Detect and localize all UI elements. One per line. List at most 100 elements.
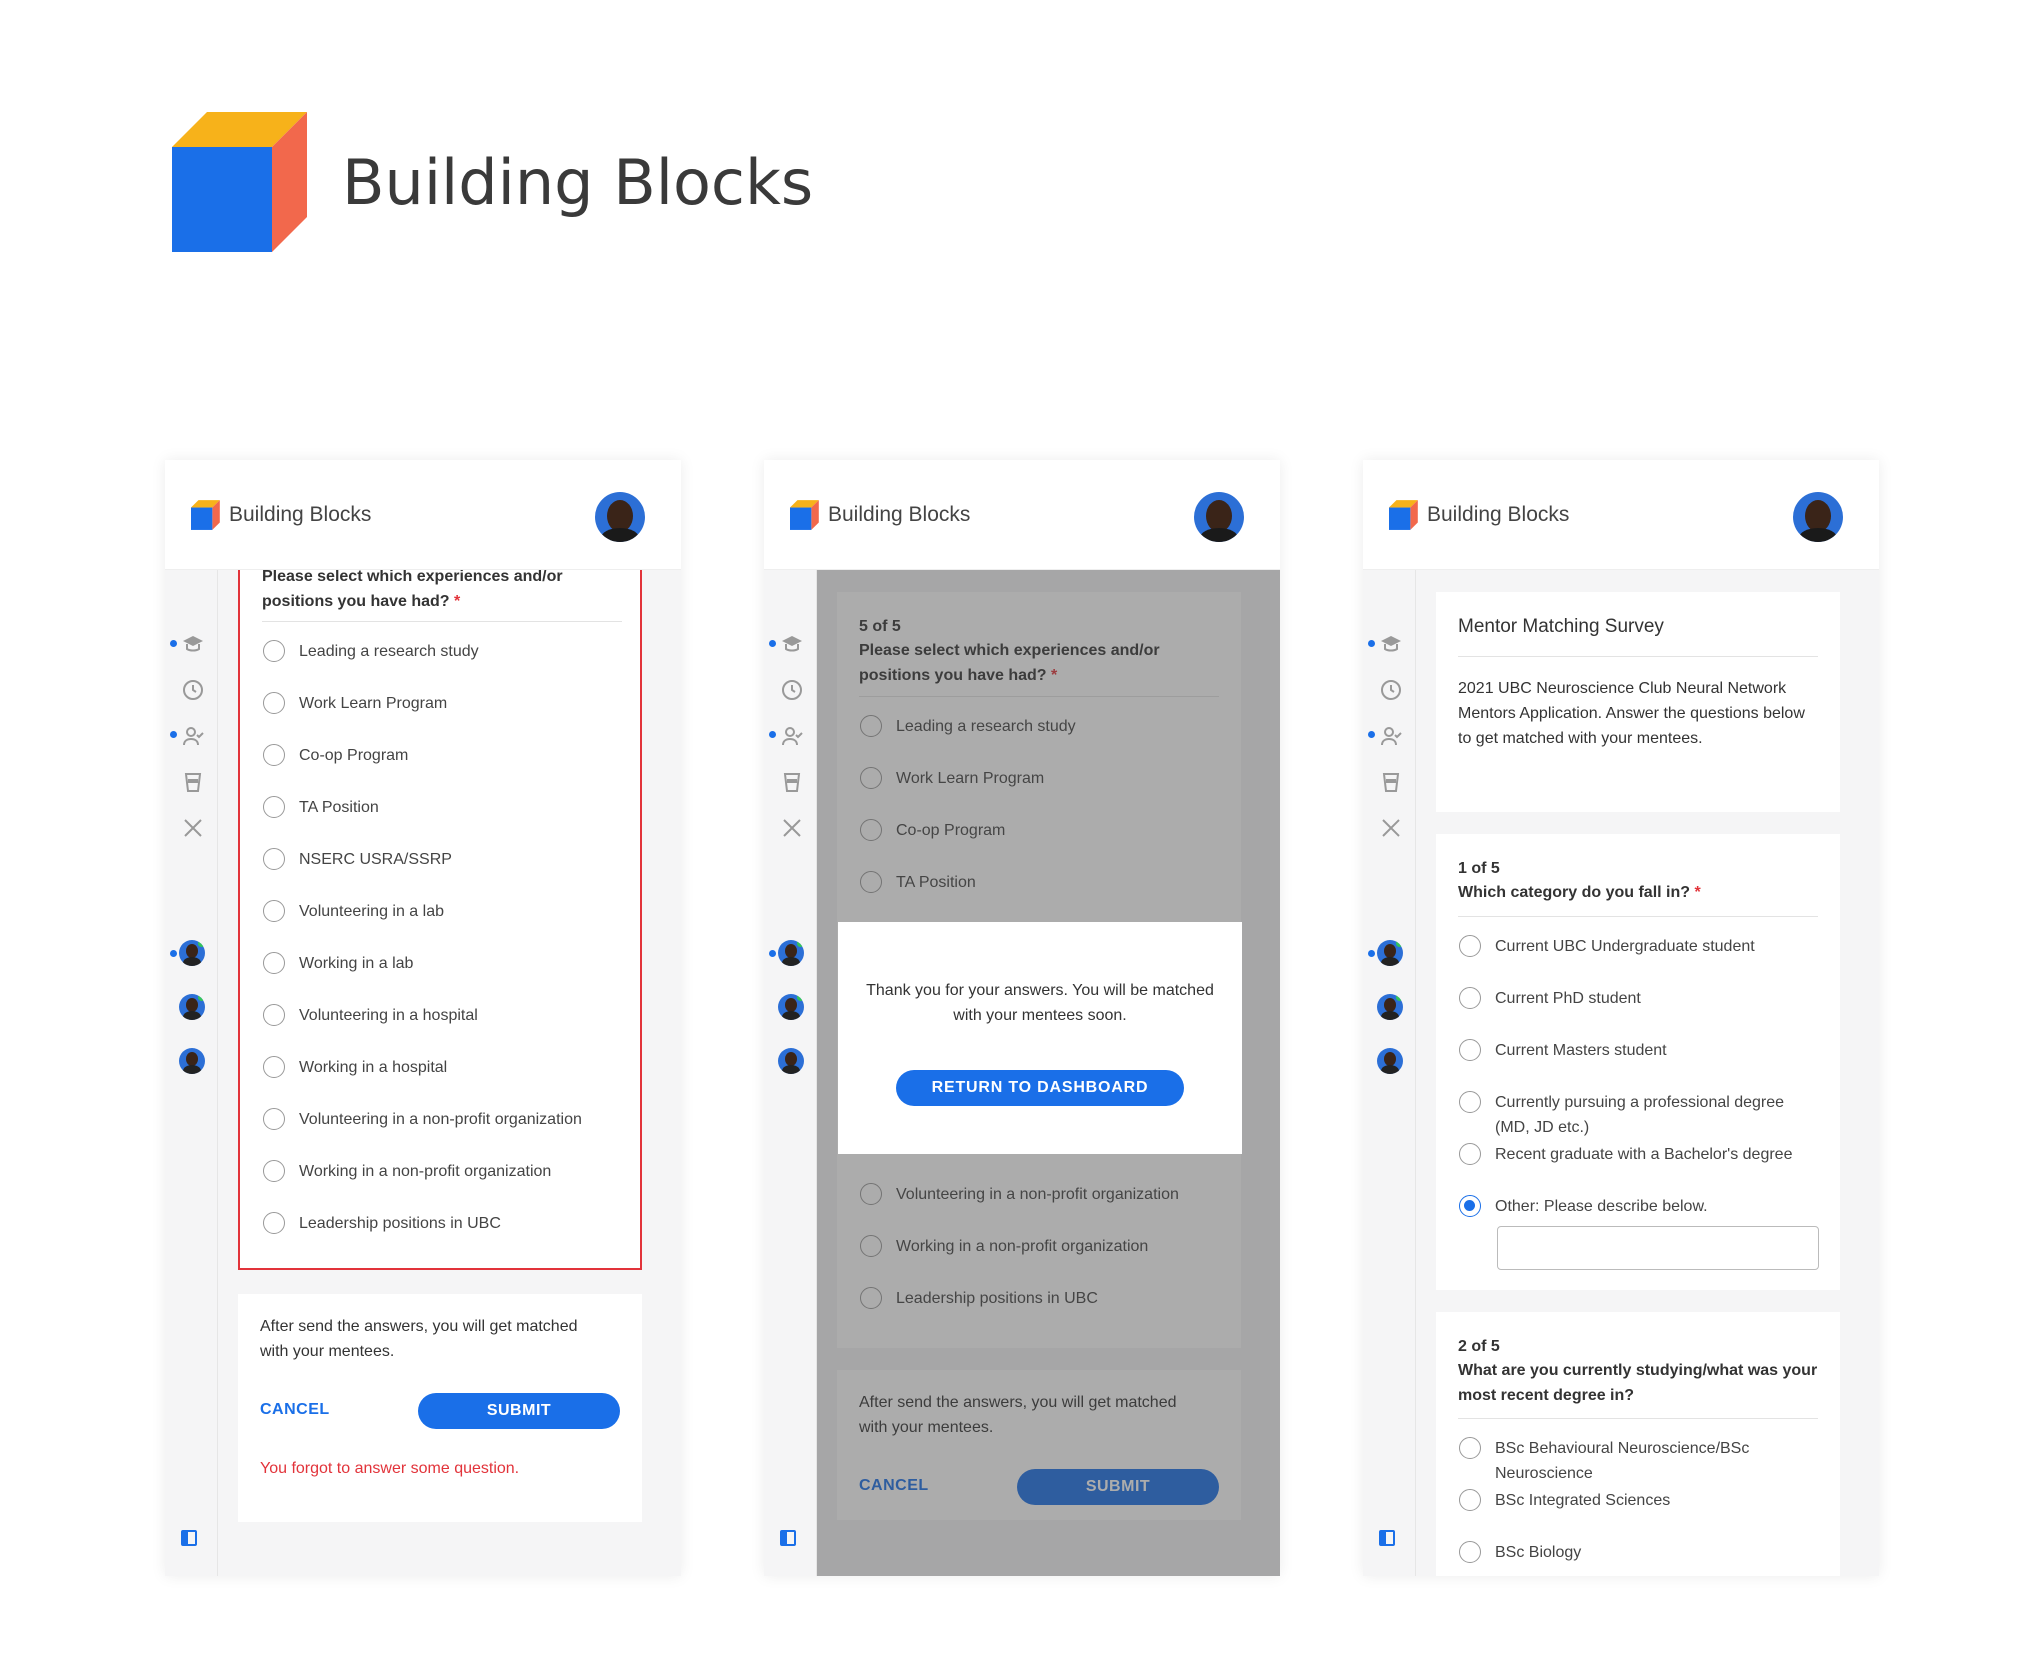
radio-button[interactable] [263,848,285,870]
contact-avatar[interactable] [1377,994,1403,1020]
contact-avatar[interactable] [778,994,804,1020]
option[interactable]: Recent graduate with a Bachelor's degree [1459,1142,1795,1167]
other-description-input[interactable] [1497,1226,1819,1270]
option[interactable]: BSc Behavioural Neuroscience/BSc Neurosc… [1459,1436,1795,1486]
radio-button[interactable] [1459,1437,1481,1459]
option-label: Currently pursuing a professional degree… [1495,1094,1785,1136]
option-label: BSc Integrated Sciences [1495,1492,1671,1509]
panel-toggle-icon[interactable] [780,1530,796,1546]
radio-button[interactable] [1459,987,1481,1009]
cancel-button[interactable]: CANCEL [260,1401,330,1419]
option-label: Volunteering in a hospital [299,1007,478,1024]
radio-button[interactable] [263,640,285,662]
option[interactable]: Current PhD student [1459,986,1795,1011]
panel-toggle-icon[interactable] [181,1530,197,1546]
user-check-icon[interactable] [181,724,205,748]
submit-card: After send the answers, you will get mat… [238,1294,642,1522]
utensils-icon[interactable] [1379,816,1403,840]
submit-button[interactable]: SUBMIT [418,1393,620,1429]
question-card: Please select which experiences and/or p… [238,570,642,1270]
option[interactable]: Leading a research study [263,639,599,664]
option-label: Work Learn Program [299,695,448,712]
option[interactable]: Working in a lab [263,951,599,976]
user-avatar[interactable] [1793,492,1843,542]
app-name: Building Blocks [1427,502,1570,526]
option[interactable]: TA Position [263,795,599,820]
radio-button[interactable] [1459,1489,1481,1511]
user-check-icon[interactable] [780,724,804,748]
clock-icon[interactable] [780,678,804,702]
option[interactable]: NSERC USRA/SSRP [263,847,599,872]
app-logo[interactable] [1389,499,1421,530]
app-logo[interactable] [191,499,223,530]
option-label: BSc Biology [1495,1544,1582,1561]
cup-icon[interactable] [181,770,205,794]
return-to-dashboard-button[interactable]: RETURN TO DASHBOARD [896,1070,1184,1106]
clock-icon[interactable] [1379,678,1403,702]
app-logo[interactable] [790,499,822,530]
radio-button[interactable] [263,692,285,714]
question-number: 2 of 5 [1458,1338,1500,1355]
option[interactable]: Work Learn Program [263,691,599,716]
divider [1458,1418,1818,1419]
option-label: NSERC USRA/SSRP [299,851,452,868]
option[interactable]: BSc Biology [1459,1540,1795,1565]
radio-button[interactable] [263,1108,285,1130]
option[interactable]: Volunteering in a lab [263,899,599,924]
contact-avatar[interactable] [1377,940,1403,966]
survey-description: 2021 UBC Neuroscience Club Neural Networ… [1458,680,1805,747]
user-check-icon[interactable] [1379,724,1403,748]
radio-button[interactable] [263,1212,285,1234]
radio-button[interactable] [1459,1541,1481,1563]
submit-note: After send the answers, you will get mat… [260,1318,578,1360]
contact-avatar[interactable] [179,940,205,966]
option[interactable]: Co-op Program [263,743,599,768]
contact-avatar[interactable] [778,1048,804,1074]
radio-button[interactable] [263,796,285,818]
option[interactable]: Working in a hospital [263,1055,599,1080]
radio-button[interactable] [263,1004,285,1026]
option[interactable]: Volunteering in a non-profit organizatio… [263,1107,599,1132]
option[interactable]: Current Masters student [1459,1038,1795,1063]
option-label: Current Masters student [1495,1042,1667,1059]
radio-button[interactable] [263,1056,285,1078]
radio-button[interactable] [263,1160,285,1182]
contact-avatar[interactable] [1377,1048,1403,1074]
radio-button[interactable] [263,952,285,974]
sidebar [165,570,218,1576]
building-blocks-logo [172,112,322,252]
graduation-cap-icon[interactable] [1379,632,1403,656]
radio-button[interactable] [1459,935,1481,957]
radio-button[interactable] [1459,1091,1481,1113]
contact-avatar[interactable] [179,1048,205,1074]
option[interactable]: Volunteering in a hospital [263,1003,599,1028]
graduation-cap-icon[interactable] [780,632,804,656]
user-avatar[interactable] [1194,492,1244,542]
option[interactable]: Current UBC Undergraduate student [1459,934,1795,959]
option[interactable]: BSc Integrated Sciences [1459,1488,1795,1513]
contact-avatar[interactable] [179,994,205,1020]
radio-button[interactable] [1459,1143,1481,1165]
active-dot [170,950,177,957]
radio-button-selected[interactable] [1459,1195,1481,1217]
user-avatar[interactable] [595,492,645,542]
radio-button[interactable] [1459,1039,1481,1061]
sidebar [764,570,817,1576]
clock-icon[interactable] [181,678,205,702]
option[interactable]: Leadership positions in UBC [263,1211,599,1236]
option[interactable]: Other: Please describe below. [1459,1194,1795,1219]
option-label: Co-op Program [299,747,409,764]
contact-avatar[interactable] [778,940,804,966]
cup-icon[interactable] [1379,770,1403,794]
radio-button[interactable] [263,900,285,922]
panel-toggle-icon[interactable] [1379,1530,1395,1546]
option[interactable]: Currently pursuing a professional degree… [1459,1090,1795,1140]
utensils-icon[interactable] [780,816,804,840]
required-mark: * [454,593,461,610]
cup-icon[interactable] [780,770,804,794]
active-dot [769,731,776,738]
utensils-icon[interactable] [181,816,205,840]
radio-button[interactable] [263,744,285,766]
graduation-cap-icon[interactable] [181,632,205,656]
option[interactable]: Working in a non-profit organization [263,1159,599,1184]
